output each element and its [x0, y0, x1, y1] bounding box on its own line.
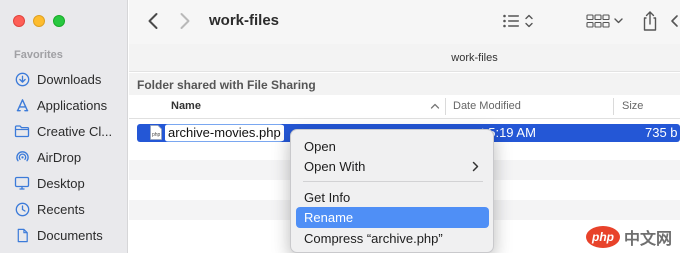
column-header-size[interactable]: Size	[622, 100, 643, 112]
forward-button[interactable]	[175, 10, 195, 32]
share-icon	[643, 11, 657, 31]
share-button[interactable]	[639, 8, 661, 34]
sidebar-item-desktop[interactable]: Desktop	[0, 170, 128, 196]
column-headers: Name Date Modified Size	[129, 95, 680, 119]
list-view-icon	[503, 14, 533, 28]
watermark: php 中文网	[585, 225, 672, 249]
group-by-button[interactable]	[585, 10, 627, 32]
favorites-heading: Favorites	[14, 49, 63, 61]
sidebar-item-downloads[interactable]: Downloads	[0, 66, 128, 92]
finder-window: Favorites Downloads Applications Creativ…	[0, 0, 680, 253]
clock-icon	[14, 201, 30, 217]
menu-item-rename[interactable]: Rename	[296, 207, 489, 228]
menu-separator	[303, 181, 483, 182]
watermark-badge: php	[585, 226, 620, 248]
sidebar-item-label: Recents	[37, 201, 85, 217]
download-icon	[14, 71, 30, 87]
menu-item-label: Open With	[304, 159, 366, 174]
document-icon	[14, 227, 30, 243]
more-toolbar-button[interactable]	[667, 10, 680, 32]
sidebar-item-label: Applications	[37, 97, 108, 113]
toolbar: work-files	[129, 0, 680, 44]
sidebar-item-documents[interactable]: Documents	[0, 222, 128, 248]
chevron-left-icon	[671, 15, 678, 27]
close-window-button[interactable]	[13, 15, 25, 27]
sidebar-item-recents[interactable]: Recents	[0, 196, 128, 222]
menu-item-compress[interactable]: Compress “archive.php”	[296, 228, 489, 249]
sidebar-item-label: Creative Cl...	[37, 123, 113, 139]
shared-banner: Folder shared with File Sharing	[129, 73, 680, 95]
sidebar-item-label: Downloads	[37, 71, 102, 87]
menu-item-get-info[interactable]: Get Info	[296, 187, 489, 208]
back-button[interactable]	[143, 10, 163, 32]
file-size: 735 b	[645, 125, 678, 140]
menu-item-open[interactable]: Open	[296, 136, 489, 157]
sidebar: Favorites Downloads Applications Creativ…	[0, 0, 128, 253]
folder-path-title: work-files	[451, 52, 498, 64]
sidebar-item-label: Documents	[37, 227, 103, 243]
sidebar-item-creative-cloud[interactable]: Creative Cl...	[0, 118, 128, 144]
favorites-list: Downloads Applications Creative Cl... Ai…	[0, 66, 128, 248]
grid-view-icon	[586, 14, 623, 28]
svg-text:php: php	[152, 132, 161, 138]
shared-banner-text: Folder shared with File Sharing	[137, 78, 316, 92]
column-header-name[interactable]: Name	[171, 100, 201, 112]
sidebar-item-airdrop[interactable]: AirDrop	[0, 144, 128, 170]
column-divider[interactable]	[613, 98, 614, 115]
chevron-right-icon	[472, 161, 479, 172]
menu-item-label: Open	[304, 139, 336, 154]
path-bar: work-files	[129, 44, 680, 72]
column-header-date-modified[interactable]: Date Modified	[453, 100, 521, 112]
menu-item-label: Get Info	[304, 190, 351, 205]
list-view-button[interactable]	[501, 10, 541, 32]
chevron-right-icon	[180, 13, 190, 29]
minimize-window-button[interactable]	[33, 15, 45, 27]
sidebar-item-applications[interactable]: Applications	[0, 92, 128, 118]
applications-icon	[14, 97, 30, 113]
menu-item-label: Compress “archive.php”	[304, 231, 443, 246]
folder-icon	[14, 123, 30, 139]
watermark-text: 中文网	[623, 231, 672, 248]
php-file-icon: php	[150, 125, 162, 140]
window-controls	[13, 15, 65, 27]
column-divider[interactable]	[445, 98, 446, 115]
window-title: work-files	[209, 12, 280, 29]
context-menu: Open Open With Get Info Rename Compress …	[290, 129, 494, 253]
zoom-window-button[interactable]	[53, 15, 65, 27]
menu-item-label: Rename	[304, 210, 354, 225]
sort-ascending-icon[interactable]	[430, 99, 440, 113]
chevron-left-icon	[148, 13, 158, 29]
sidebar-item-label: AirDrop	[37, 149, 82, 165]
menu-item-open-with[interactable]: Open With	[296, 156, 489, 177]
airdrop-icon	[14, 149, 30, 165]
sidebar-item-label: Desktop	[37, 175, 85, 191]
desktop-icon	[14, 175, 30, 191]
file-name-field[interactable]: archive-movies.php	[165, 125, 284, 141]
